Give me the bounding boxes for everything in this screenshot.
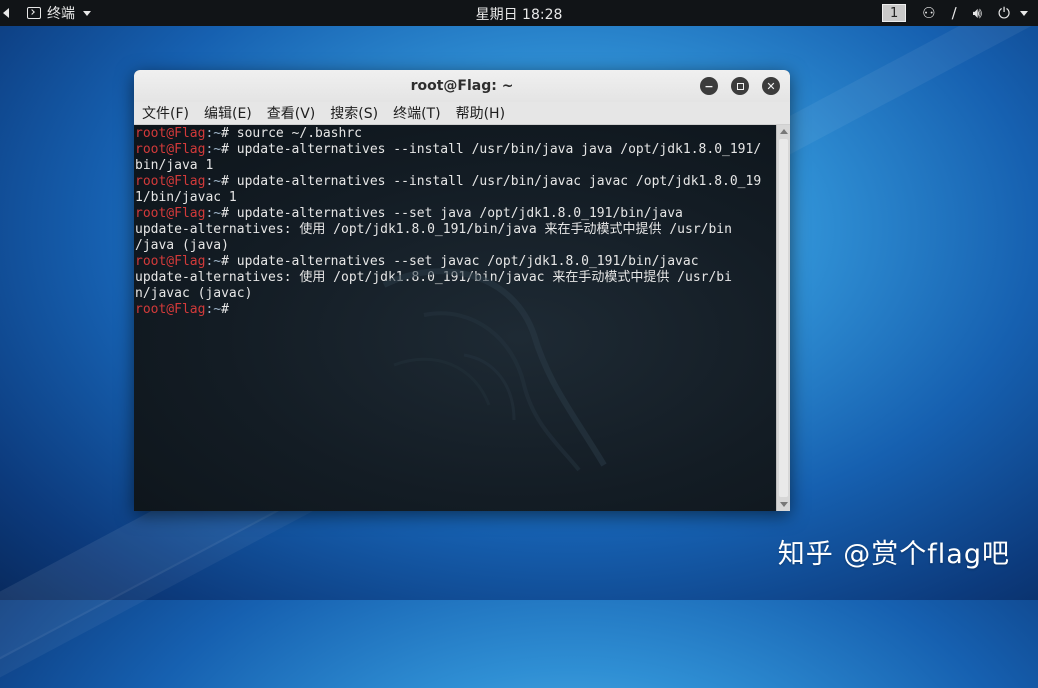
menu-help[interactable]: 帮助(H) xyxy=(456,103,505,123)
terminal-line: bin/java 1 xyxy=(135,158,214,173)
chevron-down-icon xyxy=(1020,10,1028,16)
terminal-output[interactable]: root@Flag:~# source ~/.bashrc root@Flag:… xyxy=(134,125,776,511)
activities-arrow-icon[interactable] xyxy=(3,8,9,18)
power-icon: ⏻ xyxy=(998,4,1010,22)
network-icon[interactable]: ∕ xyxy=(952,0,957,26)
chevron-down-icon xyxy=(83,10,91,16)
terminal-line: n/javac (javac) xyxy=(135,286,253,301)
terminal-line: update-alternatives: 使用 /opt/jdk1.8.0_19… xyxy=(135,222,732,237)
scrollbar-thumb[interactable] xyxy=(779,139,788,497)
terminal-icon xyxy=(27,7,41,19)
users-icon[interactable]: ⚇ xyxy=(922,0,935,26)
minimize-icon: − xyxy=(704,79,714,93)
scroll-down-icon[interactable] xyxy=(780,502,788,507)
minimize-button[interactable]: − xyxy=(700,77,718,95)
menu-view[interactable]: 查看(V) xyxy=(267,103,316,123)
menu-file[interactable]: 文件(F) xyxy=(142,103,189,123)
close-button[interactable]: ✕ xyxy=(762,77,780,95)
window-title: root@Flag: ~ xyxy=(410,78,514,94)
app-menu-label: 终端 xyxy=(47,6,75,22)
menu-bar: 文件(F) 编辑(E) 查看(V) 搜索(S) 终端(T) 帮助(H) xyxy=(134,102,790,125)
menu-search[interactable]: 搜索(S) xyxy=(330,103,378,123)
terminal-line: 1/bin/javac 1 xyxy=(135,190,237,205)
app-menu[interactable]: 终端 xyxy=(27,3,91,23)
terminal-line: root@Flag:~# source ~/.bashrc xyxy=(135,126,362,141)
system-menu[interactable]: ⏻ xyxy=(998,0,1028,26)
scroll-up-icon[interactable] xyxy=(780,129,788,134)
volume-icon[interactable]: 🔊︎ xyxy=(973,0,982,26)
terminal-line: root@Flag:~# update-alternatives --insta… xyxy=(135,174,762,189)
window-titlebar[interactable]: root@Flag: ~ − ✕ xyxy=(134,70,790,102)
terminal-line: root@Flag:~# update-alternatives --set j… xyxy=(135,254,699,269)
workspace-indicator[interactable]: 1 xyxy=(882,4,907,22)
terminal-line: update-alternatives: 使用 /opt/jdk1.8.0_19… xyxy=(135,270,732,285)
terminal-window: root@Flag: ~ − ✕ 文件(F) 编辑(E) 查看(V) 搜索(S)… xyxy=(134,70,790,511)
top-panel: 终端 星期日 18:28 1 ⚇ ∕ 🔊︎ ⏻ xyxy=(0,0,1038,26)
terminal-line: /java (java) xyxy=(135,238,229,253)
menu-edit[interactable]: 编辑(E) xyxy=(204,103,252,123)
terminal-scrollbar[interactable] xyxy=(776,125,790,511)
close-icon: ✕ xyxy=(766,79,776,93)
terminal-line: root@Flag:~# update-alternatives --set j… xyxy=(135,206,683,221)
maximize-button[interactable] xyxy=(731,77,749,95)
terminal-prompt: root@Flag:~# xyxy=(135,302,237,317)
site-watermark: 知乎 @赏个flag吧 xyxy=(777,539,1010,570)
menu-terminal[interactable]: 终端(T) xyxy=(393,103,440,123)
terminal-line: root@Flag:~# update-alternatives --insta… xyxy=(135,142,762,157)
